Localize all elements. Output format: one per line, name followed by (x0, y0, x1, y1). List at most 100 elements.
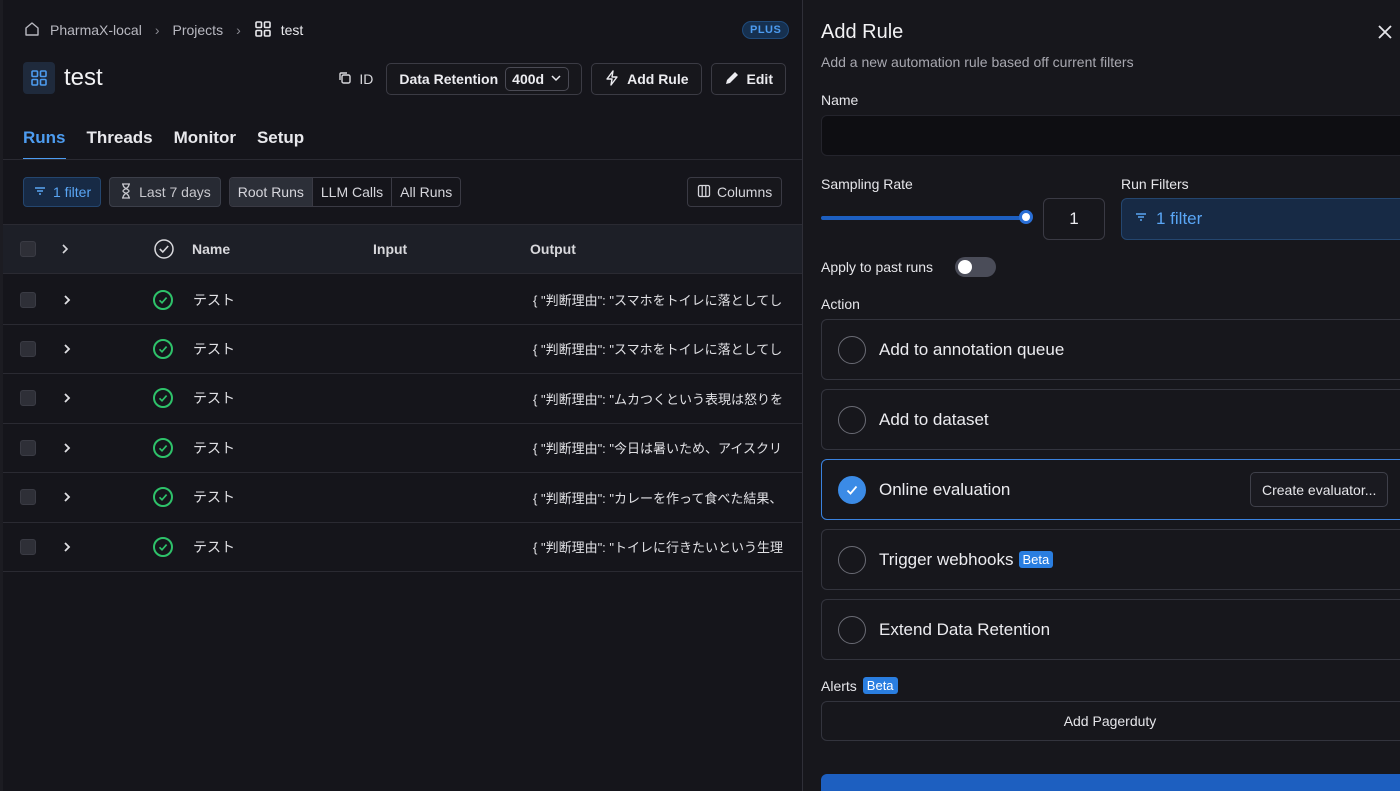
segment-all-runs[interactable]: All Runs (392, 178, 460, 206)
id-label: ID (359, 71, 374, 87)
action-label: Action (821, 296, 860, 312)
row-checkbox[interactable] (20, 538, 36, 555)
alerts-beta-badge: Beta (862, 677, 898, 694)
copy-id-button[interactable]: ID (333, 70, 377, 89)
column-header-input[interactable]: Input (373, 225, 407, 273)
run-output: { "判断理由": "今日は暑いため、アイスクリ (533, 441, 782, 457)
breadcrumb-workspace[interactable]: PharmaX-local (50, 22, 142, 38)
run-name: テスト (193, 439, 235, 456)
tabs-divider (3, 159, 802, 160)
tab-setup[interactable]: Setup (257, 128, 304, 160)
run-filters-label: Run Filters (1121, 176, 1189, 192)
alerts-heading: Alerts Beta (821, 677, 898, 694)
run-output: { "判断理由": "ムカつくという表現は怒りを (533, 391, 784, 407)
run-output: { "判断理由": "トイレに行きたいという生理 (533, 540, 784, 555)
radio-extend-retention[interactable] (838, 615, 866, 644)
edit-button[interactable]: Edit (710, 63, 786, 95)
tab-threads[interactable]: Threads (87, 128, 153, 160)
success-check-icon (153, 338, 173, 359)
action-online-evaluation[interactable]: Online evaluation Create evaluator... (821, 459, 1400, 520)
expand-row-chevron-icon[interactable] (61, 374, 73, 423)
table-row[interactable]: テスト { "判断理由": "今日は暑いため、アイスクリ (3, 423, 802, 474)
filter-icon (33, 184, 47, 201)
run-filters-button[interactable]: 1 filter (1121, 198, 1400, 240)
filter-label: 1 filter (53, 184, 92, 200)
tab-runs[interactable]: Runs (23, 128, 66, 160)
time-range-button[interactable]: Last 7 days (109, 177, 221, 207)
save-rule-button[interactable] (821, 774, 1400, 791)
expand-all-chevron-icon[interactable] (59, 225, 71, 273)
add-rule-button[interactable]: Add Rule (591, 63, 702, 95)
row-checkbox[interactable] (20, 439, 36, 456)
rule-name-input[interactable] (821, 115, 1400, 156)
table-row[interactable]: テスト { "判断理由": "カレーを作って食べた結果、 (3, 473, 802, 523)
create-evaluator-button[interactable]: Create evaluator... (1250, 472, 1389, 507)
sampling-rate-slider-handle[interactable] (1019, 210, 1033, 224)
header-actions: ID Data Retention 400d Add Rule Edit (333, 63, 786, 95)
table-row[interactable]: テスト { "判断理由": "ムカつくという表現は怒りを (3, 374, 802, 424)
run-name: テスト (193, 538, 235, 555)
row-checkbox[interactable] (20, 489, 36, 506)
data-retention-control[interactable]: Data Retention 400d (386, 63, 583, 95)
action-annotation-queue[interactable]: Add to annotation queue (821, 319, 1400, 380)
check-icon (846, 485, 858, 495)
run-filters-value: 1 filter (1156, 209, 1203, 228)
radio-trigger-webhooks[interactable] (838, 545, 866, 574)
breadcrumb-projects[interactable]: Projects (173, 22, 224, 38)
table-header: Name Input Output (3, 224, 802, 274)
status-column-icon (153, 225, 175, 273)
sampling-rate-slider-track[interactable] (821, 216, 1027, 220)
runs-toolbar: 1 filter Last 7 days Root Runs LLM Calls… (23, 177, 462, 207)
action-online-evaluation-label: Online evaluation (879, 479, 1011, 499)
home-icon[interactable] (23, 20, 41, 41)
radio-annotation-queue[interactable] (838, 335, 866, 364)
action-dataset[interactable]: Add to dataset (821, 389, 1400, 450)
column-header-name[interactable]: Name (192, 225, 230, 273)
row-checkbox[interactable] (20, 390, 36, 407)
sampling-rate-input[interactable]: 1 (1043, 198, 1105, 240)
project-header: test (23, 62, 103, 94)
segment-root-runs[interactable]: Root Runs (229, 178, 313, 206)
table-row[interactable]: テスト { "判断理由": "トイレに行きたいという生理 (3, 522, 802, 572)
select-all-checkbox[interactable] (20, 241, 36, 257)
radio-online-evaluation[interactable] (838, 475, 866, 504)
column-header-output[interactable]: Output (530, 225, 576, 273)
tab-monitor[interactable]: Monitor (174, 128, 236, 160)
action-extend-retention-label: Extend Data Retention (879, 619, 1051, 639)
add-rule-label: Add Rule (627, 71, 689, 87)
run-type-segmented: Root Runs LLM Calls All Runs (228, 177, 462, 207)
columns-icon (697, 184, 711, 201)
columns-button[interactable]: Columns (687, 177, 783, 207)
grid-icon (254, 20, 272, 41)
radio-dataset[interactable] (838, 405, 866, 434)
apply-past-runs-toggle[interactable] (955, 257, 996, 277)
expand-row-chevron-icon[interactable] (61, 324, 73, 373)
table-row[interactable]: テスト { "判断理由": "スマホをトイレに落としてし (3, 275, 802, 325)
expand-row-chevron-icon[interactable] (61, 473, 73, 522)
filter-button[interactable]: 1 filter (23, 177, 102, 207)
breadcrumb-project[interactable]: test (281, 22, 304, 38)
expand-row-chevron-icon[interactable] (61, 522, 73, 571)
row-checkbox[interactable] (20, 340, 36, 357)
data-retention-label: Data Retention (399, 71, 499, 87)
success-check-icon (153, 536, 173, 557)
action-extend-retention[interactable]: Extend Data Retention (821, 599, 1400, 660)
run-name: テスト (193, 390, 235, 407)
table-row[interactable]: テスト { "判断理由": "スマホをトイレに落としてし (3, 324, 802, 375)
add-rule-panel: Add Rule Add a new automation rule based… (802, 0, 1400, 791)
alerts-label: Alerts (821, 677, 857, 694)
retention-select[interactable]: 400d (505, 67, 570, 91)
success-check-icon (153, 437, 173, 458)
expand-row-chevron-icon[interactable] (61, 423, 73, 472)
project-tabs: Runs Threads Monitor Setup (23, 128, 304, 160)
segment-llm-calls[interactable]: LLM Calls (313, 178, 393, 206)
add-pagerduty-button[interactable]: Add Pagerduty (821, 701, 1400, 741)
filter-icon (1134, 209, 1148, 229)
row-checkbox[interactable] (20, 291, 36, 308)
time-range-label: Last 7 days (139, 184, 211, 200)
close-icon[interactable] (1377, 24, 1393, 43)
action-trigger-webhooks[interactable]: Trigger webhooks Beta (821, 529, 1400, 590)
panel-title: Add Rule (821, 21, 904, 43)
expand-row-chevron-icon[interactable] (61, 275, 73, 324)
action-dataset-label: Add to dataset (879, 409, 989, 429)
